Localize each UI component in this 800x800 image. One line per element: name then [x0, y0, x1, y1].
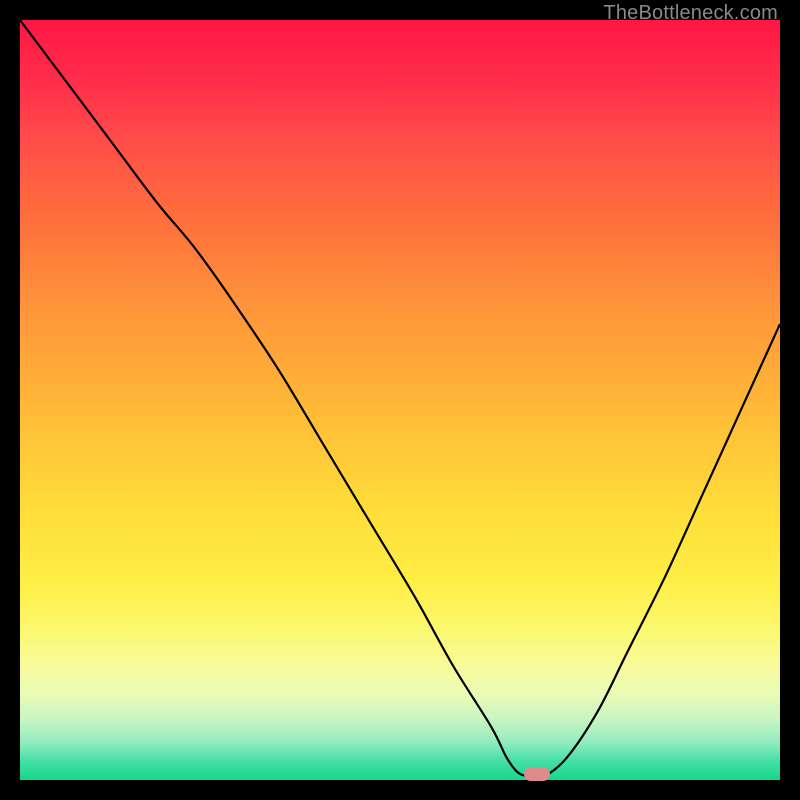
plot-area [20, 20, 780, 780]
min-marker [524, 767, 550, 781]
line-chart-svg [20, 20, 780, 780]
chart-container: TheBottleneck.com [0, 0, 800, 800]
curve-path [20, 20, 780, 778]
